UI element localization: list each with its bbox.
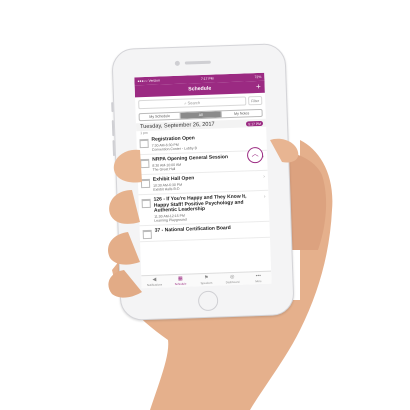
tab-schedule[interactable]: ▦ Schedule bbox=[167, 274, 193, 287]
page-title: Schedule bbox=[188, 85, 212, 93]
tab-label: Dashboard bbox=[225, 279, 240, 284]
home-button[interactable] bbox=[197, 290, 219, 312]
volume-up-button bbox=[111, 120, 115, 137]
chevron-up-icon: ︿ bbox=[251, 151, 259, 159]
clock-label: 7:17 PM bbox=[200, 76, 214, 82]
date-label: Tuesday, September 26, 2017 bbox=[139, 121, 215, 131]
filter-button[interactable]: Filter bbox=[248, 95, 263, 106]
session-title: 37 - National Certification Board bbox=[154, 225, 231, 234]
app-screen: ●●●○○ Verizon 7:17 PM 72% Schedule + ⌕ S… bbox=[134, 72, 272, 289]
segment-my-notes[interactable]: My Notes bbox=[222, 110, 262, 117]
calendar-icon bbox=[139, 138, 149, 149]
earpiece-speaker bbox=[184, 60, 211, 65]
search-icon: ⌕ bbox=[184, 100, 187, 106]
tab-notifications[interactable]: ◀ Notifications bbox=[141, 275, 167, 288]
carrier-label: ●●●○○ Verizon bbox=[137, 78, 160, 84]
front-camera bbox=[174, 60, 180, 66]
tab-label: More bbox=[255, 278, 262, 283]
chevron-right-icon: › bbox=[263, 193, 266, 200]
tab-label: Speakers bbox=[200, 280, 213, 285]
calendar-icon bbox=[140, 178, 151, 189]
current-time-badge: 5:17 PM bbox=[246, 120, 264, 127]
list-item[interactable]: 126 - If You're Happy and They Know It, … bbox=[138, 190, 270, 227]
chevron-right-icon: › bbox=[263, 173, 265, 180]
search-input[interactable]: ⌕ Search bbox=[138, 96, 247, 110]
add-button[interactable]: + bbox=[256, 82, 261, 91]
volume-down-button bbox=[112, 140, 116, 157]
search-placeholder: Search bbox=[187, 100, 201, 106]
tab-bar: ◀ Notifications ▦ Schedule ⚑ Speakers ◎ … bbox=[141, 270, 272, 289]
calendar-icon bbox=[140, 158, 150, 169]
segment-my-schedule[interactable]: My Schedule bbox=[139, 112, 181, 121]
segment-all[interactable]: All bbox=[180, 111, 222, 119]
calendar-icon bbox=[142, 230, 152, 240]
battery-label: 72% bbox=[254, 74, 262, 80]
mute-switch bbox=[111, 102, 114, 113]
list-item[interactable]: 37 - National Certification Board bbox=[139, 221, 270, 243]
calendar-icon bbox=[141, 198, 151, 209]
tab-speakers[interactable]: ⚑ Speakers bbox=[193, 273, 219, 286]
phone-device: ●●●○○ Verizon 7:17 PM 72% Schedule + ⌕ S… bbox=[111, 43, 295, 321]
tab-label: Notifications bbox=[146, 281, 163, 287]
tab-more[interactable]: ••• More bbox=[245, 272, 271, 285]
tab-dashboard[interactable]: ◎ Dashboard bbox=[219, 273, 245, 286]
tab-label: Schedule bbox=[174, 281, 187, 286]
